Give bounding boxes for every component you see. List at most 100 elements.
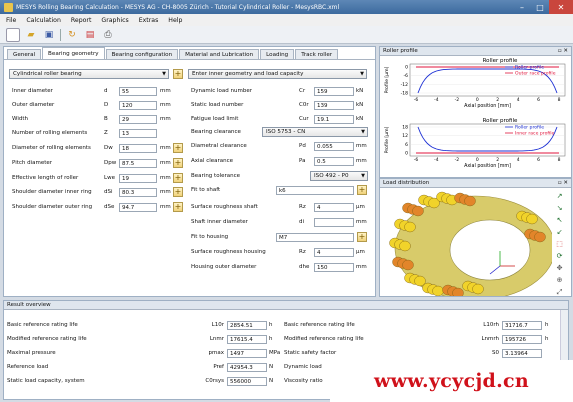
fit-shaft-button[interactable]: + [357,185,367,195]
param-input[interactable]: 159 [314,87,354,96]
zoom-icon[interactable]: ⊕ [554,276,565,285]
param-edit-button[interactable]: + [173,158,183,168]
input-mode-select[interactable]: Enter inner geometry and load capacity ▼ [188,69,367,79]
x-axis-label: Axial position [mm] [464,103,511,109]
rolling-element [452,287,464,296]
move-icon[interactable]: ✥ [554,264,565,273]
x-tick-label: -6 [414,157,419,163]
x-axis-label: Axial position [mm] [464,163,511,169]
result-unit: h [269,336,273,342]
menu-extras[interactable]: Extras [139,17,159,24]
param-input[interactable]: 18 [119,144,157,153]
view-front-icon[interactable]: ↘ [554,204,565,213]
chart-title: Roller profile [483,58,518,64]
legend-entry: Roller profile [515,125,544,131]
input-panel: General Bearing geometry Bearing configu… [3,46,376,297]
print-icon[interactable]: ⎙ [101,28,115,42]
result-unit: N [269,364,274,370]
input-mode-value: Enter inner geometry and load capacity [192,71,304,77]
maximize-button[interactable]: □ [531,0,549,14]
param-edit-button[interactable]: + [173,143,183,153]
result-label: Modified reference rating life [7,336,87,342]
param-input[interactable]: 0.055 [314,142,354,151]
result-label: Maximal pressure [7,350,56,356]
close-button[interactable]: ✕ [549,0,573,14]
tab-track-roller[interactable]: Track roller [295,49,339,59]
view-iso-icon[interactable]: ↗ [554,192,565,201]
tab-loading[interactable]: Loading [260,49,295,59]
rotate-icon[interactable]: ⟳ [554,252,565,261]
menu-help[interactable]: Help [168,17,182,24]
result-value: 2854.51 [227,321,267,330]
param-input[interactable]: 94.7 [119,203,157,212]
load-distribution-3d-view[interactable] [380,188,552,296]
fit-housing-input[interactable]: M7 [276,233,354,242]
param-edit-button[interactable]: + [173,187,183,197]
load-distribution-title: Load distribution [383,180,430,186]
param-input[interactable]: 0.5 [314,157,354,166]
param-input[interactable]: 19.1 [314,115,354,124]
bearing-type-select[interactable]: Cylindrical roller bearing ▼ [9,69,169,79]
param-label: Dynamic load number [191,88,252,94]
y-tick-label: 12 [402,133,408,139]
result-overview-header: Result overview [4,301,568,310]
param-input[interactable]: 55 [119,87,157,96]
result-label: Basic reference rating life [7,322,78,328]
rolling-element [534,231,546,243]
chevron-down-icon: ▼ [162,71,166,77]
param-edit-button[interactable]: + [173,173,183,183]
fit-shaft-input[interactable]: k6 [276,186,354,195]
bearing-tolerance-select[interactable]: ISO 492 - P0 ▼ [310,171,368,181]
tab-general[interactable]: General [7,49,42,59]
param-edit-button[interactable]: + [173,202,183,212]
param-label: Static load number [191,102,244,108]
panel-float-close-icon[interactable]: ▫ ✕ [558,47,568,56]
menu-calculation[interactable]: Calculation [26,17,61,24]
tab-bearing-configuration[interactable]: Bearing configuration [105,49,179,59]
result-value: 42954.3 [227,363,267,372]
panel-float-close-icon[interactable]: ▫ ✕ [558,179,568,188]
x-tick-label: 4 [517,97,520,103]
bearing-database-button[interactable]: + [173,69,183,79]
param-input[interactable]: 29 [119,115,157,124]
tab-bearing-geometry[interactable]: Bearing geometry [42,47,105,59]
tab-divider [4,59,375,60]
rough-shaft-input[interactable]: 4 [314,203,354,212]
open-folder-icon[interactable]: ▰ [24,28,38,42]
param-input[interactable]: 13 [119,129,157,138]
menu-graphics[interactable]: Graphics [101,17,128,24]
view-top-icon[interactable]: ↙ [554,228,565,237]
minimize-button[interactable]: – [513,0,531,14]
y-tick-label: 6 [405,142,408,148]
param-symbol: B [104,116,108,122]
fit-housing-button[interactable]: + [357,232,367,242]
toolbar-separator [60,28,61,41]
param-input[interactable]: 120 [119,101,157,110]
result-symbol: L10rh [483,322,499,328]
fit-view-icon[interactable]: ⤢ [554,288,565,297]
chevron-down-icon: ▼ [360,71,364,77]
housing-outer-input[interactable]: 150 [314,263,354,272]
bearing-clearance-select[interactable]: ISO 5753 - CN ▼ [262,127,368,137]
report-icon[interactable]: ▤ [83,28,97,42]
view-side-icon[interactable]: ↖ [554,216,565,225]
result-label: Basic reference rating life [284,322,355,328]
view-axis-icon[interactable]: ⬚ [554,240,565,249]
rough-housing-input[interactable]: 4 [314,248,354,257]
tab-material-lubrication[interactable]: Material and Lubrication [179,49,260,59]
param-input[interactable]: 87.5 [119,159,157,168]
param-symbol: C0r [299,102,309,108]
param-input[interactable]: 80.3 [119,188,157,197]
param-input[interactable]: 19 [119,174,157,183]
param-input[interactable]: 139 [314,101,354,110]
save-icon[interactable]: ▣ [42,28,56,42]
result-symbol: Lnmrh [481,336,499,342]
new-file-icon[interactable] [6,27,20,42]
x-tick-label: -6 [414,97,419,103]
menu-report[interactable]: Report [71,17,92,24]
result-overview-title: Result overview [7,302,51,308]
menu-file[interactable]: File [6,17,16,24]
calculate-icon[interactable]: ↻ [65,28,79,42]
param-symbol: Cur [299,116,309,122]
shaft-inner-input[interactable] [314,218,354,227]
